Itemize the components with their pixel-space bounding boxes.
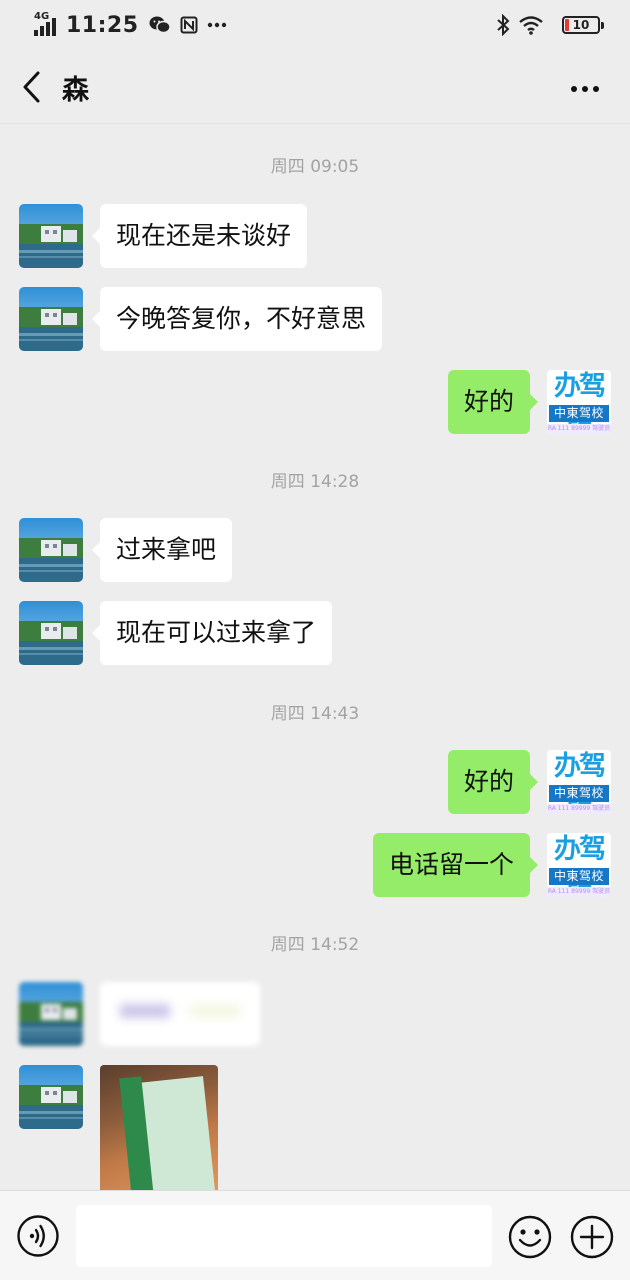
- battery-level: 10: [572, 18, 590, 32]
- blurred-message[interactable]: [100, 982, 260, 1046]
- signal-icon: 4G: [34, 12, 58, 38]
- emoji-icon[interactable]: [508, 1215, 552, 1259]
- self-avatar[interactable]: 办驾照 中東驾校 RA 111 89999 驾驶员: [547, 750, 611, 814]
- timestamp: 周四 14:52: [270, 935, 360, 955]
- status-time: 11:25: [66, 12, 139, 38]
- status-right: 10: [496, 10, 604, 40]
- timestamp: 周四 09:05: [270, 157, 360, 177]
- voice-icon[interactable]: [17, 1215, 59, 1257]
- more-dots-icon: [207, 22, 227, 28]
- plus-icon[interactable]: [570, 1215, 614, 1259]
- wechat-icon: [149, 15, 171, 35]
- received-message[interactable]: 现在可以过来拿了: [91, 601, 333, 665]
- message-input[interactable]: [76, 1205, 492, 1267]
- chat-header: 森: [0, 50, 630, 124]
- avatar[interactable]: [19, 601, 83, 665]
- sent-message[interactable]: 电话留一个: [372, 833, 539, 897]
- timestamp: 周四 14:43: [270, 704, 360, 724]
- network-type: 4G: [34, 11, 50, 22]
- self-avatar[interactable]: 办驾照 中東驾校 RA 111 89999 驾驶员: [547, 370, 611, 434]
- battery-icon: 10: [562, 16, 604, 34]
- self-avatar[interactable]: 办驾照 中東驾校 RA 111 89999 驾驶员: [547, 833, 611, 897]
- received-message[interactable]: 过来拿吧: [91, 518, 233, 582]
- received-message[interactable]: 今晚答复你，不好意思: [91, 287, 383, 351]
- avatar[interactable]: [19, 1065, 83, 1129]
- input-bar: [0, 1190, 630, 1280]
- bluetooth-icon: [496, 14, 510, 36]
- status-bar: 4G 11:25 10: [0, 0, 630, 50]
- avatar[interactable]: [19, 982, 83, 1046]
- sent-message[interactable]: 好的: [447, 750, 539, 814]
- received-message[interactable]: 现在还是未谈好: [91, 204, 308, 268]
- message-list[interactable]: 周四 09:05 现在还是未谈好 今晚答复你，不好意思 好的 办驾照 中東驾校 …: [0, 125, 630, 1190]
- sent-message[interactable]: 好的: [447, 370, 539, 434]
- image-message[interactable]: [100, 1065, 218, 1190]
- chat-title: 森: [62, 75, 89, 106]
- avatar[interactable]: [19, 287, 83, 351]
- avatar[interactable]: [19, 518, 83, 582]
- wifi-icon: [519, 15, 543, 35]
- back-chevron-icon[interactable]: [18, 70, 48, 104]
- avatar[interactable]: [19, 204, 83, 268]
- more-icon[interactable]: [570, 80, 600, 92]
- timestamp: 周四 14:28: [270, 472, 360, 492]
- status-left: 4G 11:25: [34, 10, 236, 40]
- nfc-icon: [180, 16, 198, 34]
